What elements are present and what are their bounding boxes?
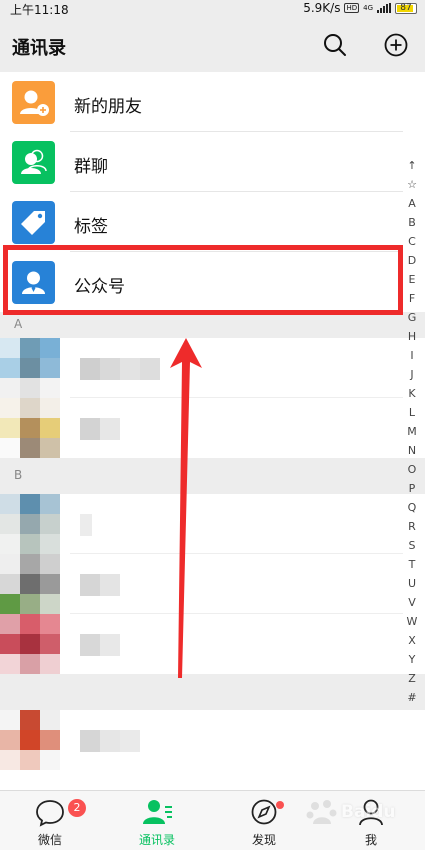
contact-avatar <box>0 494 60 554</box>
tags-label: 标签 <box>74 217 108 237</box>
new-friends-avatar <box>12 81 55 124</box>
alphabet-index-item[interactable]: I <box>403 346 421 365</box>
baidu-watermark: Baidu <box>305 792 405 832</box>
alphabet-index-item[interactable]: X <box>403 631 421 650</box>
tab-chats[interactable]: 2 微信 <box>10 791 90 850</box>
section-letter: A <box>14 317 23 331</box>
contact-avatar <box>0 398 60 458</box>
alphabet-index-item[interactable]: S <box>403 536 421 555</box>
contacts-screen: 上午11:18 5.9K/s HD 4G 87 通讯录 新的朋友 群聊 标签 公… <box>0 0 425 850</box>
alphabet-index-item[interactable]: V <box>403 593 421 612</box>
tab-label: 我 <box>364 833 377 847</box>
tags-avatar <box>12 201 55 244</box>
new-dot <box>276 801 284 809</box>
contacts-icon <box>143 800 172 824</box>
tab-label: 通讯录 <box>138 833 175 847</box>
alphabet-index-item[interactable]: M <box>403 422 421 441</box>
battery-icon: 87 <box>395 2 417 14</box>
alphabet-index-item[interactable]: J <box>403 365 421 384</box>
chat-icon <box>36 800 64 827</box>
tags-item[interactable]: 标签 <box>0 192 425 252</box>
page-title: 通讯录 <box>12 38 66 59</box>
contact-list: 新的朋友 群聊 标签 公众号 A B <box>0 72 425 770</box>
signal-icon <box>377 3 391 13</box>
network-speed: 5.9K/s <box>303 1 341 15</box>
compass-icon <box>251 799 277 825</box>
group-chats-avatar <box>12 141 55 184</box>
alphabet-index-item[interactable]: B <box>403 213 421 232</box>
contact-avatar <box>0 614 60 674</box>
contact-row[interactable] <box>0 554 425 614</box>
alphabet-index-item[interactable]: T <box>403 555 421 574</box>
status-time: 上午11:18 <box>10 3 69 17</box>
contact-row[interactable] <box>0 710 425 770</box>
group-chats-item[interactable]: 群聊 <box>0 132 425 192</box>
annotation-arrow-up-icon <box>170 338 202 678</box>
contact-row[interactable] <box>0 398 425 458</box>
tab-label: 发现 <box>251 833 276 847</box>
alphabet-index-item[interactable]: C <box>403 232 421 251</box>
alphabet-index-item[interactable]: K <box>403 384 421 403</box>
unread-badge: 2 <box>68 799 86 817</box>
hd-badge: HD <box>344 3 360 13</box>
tag-icon <box>21 211 45 235</box>
search-icon[interactable] <box>322 32 348 58</box>
tab-discover[interactable]: 发现 <box>224 791 304 850</box>
alphabet-index[interactable]: ↑ ☆ A B C D E F G H I J K L M N O P Q R S T U V W X Y Z # <box>403 156 421 707</box>
alphabet-index-item[interactable]: # <box>403 688 421 707</box>
alphabet-index-item[interactable]: D <box>403 251 421 270</box>
battery-percent: 87 <box>400 2 412 13</box>
alphabet-index-item[interactable]: Y <box>403 650 421 669</box>
alphabet-index-item[interactable]: ↑ <box>403 156 421 175</box>
new-friends-label: 新的朋友 <box>74 97 142 117</box>
alphabet-index-item[interactable]: G <box>403 308 421 327</box>
alphabet-index-item[interactable]: W <box>403 612 421 631</box>
new-friends-item[interactable]: 新的朋友 <box>0 72 425 132</box>
watermark-text: Baidu <box>341 802 396 822</box>
status-indicators: 5.9K/s HD 4G 87 <box>303 1 417 15</box>
header: 通讯录 <box>0 18 425 72</box>
contact-avatar <box>0 710 60 770</box>
tab-contacts[interactable]: 通讯录 <box>117 791 197 850</box>
status-bar: 上午11:18 5.9K/s HD 4G 87 <box>0 0 425 18</box>
alphabet-index-item[interactable]: R <box>403 517 421 536</box>
contact-avatar <box>0 554 60 614</box>
section-header-b: B <box>0 458 425 494</box>
alphabet-index-item[interactable]: Z <box>403 669 421 688</box>
alphabet-index-item[interactable]: ☆ <box>403 175 421 194</box>
section-header-blank <box>0 674 425 710</box>
alphabet-index-item[interactable]: H <box>403 327 421 346</box>
alphabet-index-item[interactable]: O <box>403 460 421 479</box>
alphabet-index-item[interactable]: A <box>403 194 421 213</box>
paw-logo-icon <box>306 800 337 824</box>
group-icon <box>21 149 47 174</box>
alphabet-index-item[interactable]: E <box>403 270 421 289</box>
section-letter: B <box>14 468 23 482</box>
contact-avatar <box>0 338 60 398</box>
alphabet-index-item[interactable]: F <box>403 289 421 308</box>
contact-row[interactable] <box>0 494 425 554</box>
alphabet-index-item[interactable]: Q <box>403 498 421 517</box>
network-type: 4G <box>363 3 373 12</box>
alphabet-index-item[interactable]: L <box>403 403 421 422</box>
contact-row[interactable] <box>0 614 425 674</box>
alphabet-index-item[interactable]: N <box>403 441 421 460</box>
group-chats-label: 群聊 <box>74 157 108 177</box>
section-header-a: A <box>0 312 425 338</box>
contact-row[interactable] <box>0 338 425 398</box>
add-friend-icon <box>20 90 49 116</box>
add-circle-icon[interactable] <box>383 32 409 58</box>
alphabet-index-item[interactable]: U <box>403 574 421 593</box>
tab-label: 微信 <box>37 833 62 847</box>
alphabet-index-item[interactable]: P <box>403 479 421 498</box>
annotation-highlight-box <box>3 245 403 315</box>
